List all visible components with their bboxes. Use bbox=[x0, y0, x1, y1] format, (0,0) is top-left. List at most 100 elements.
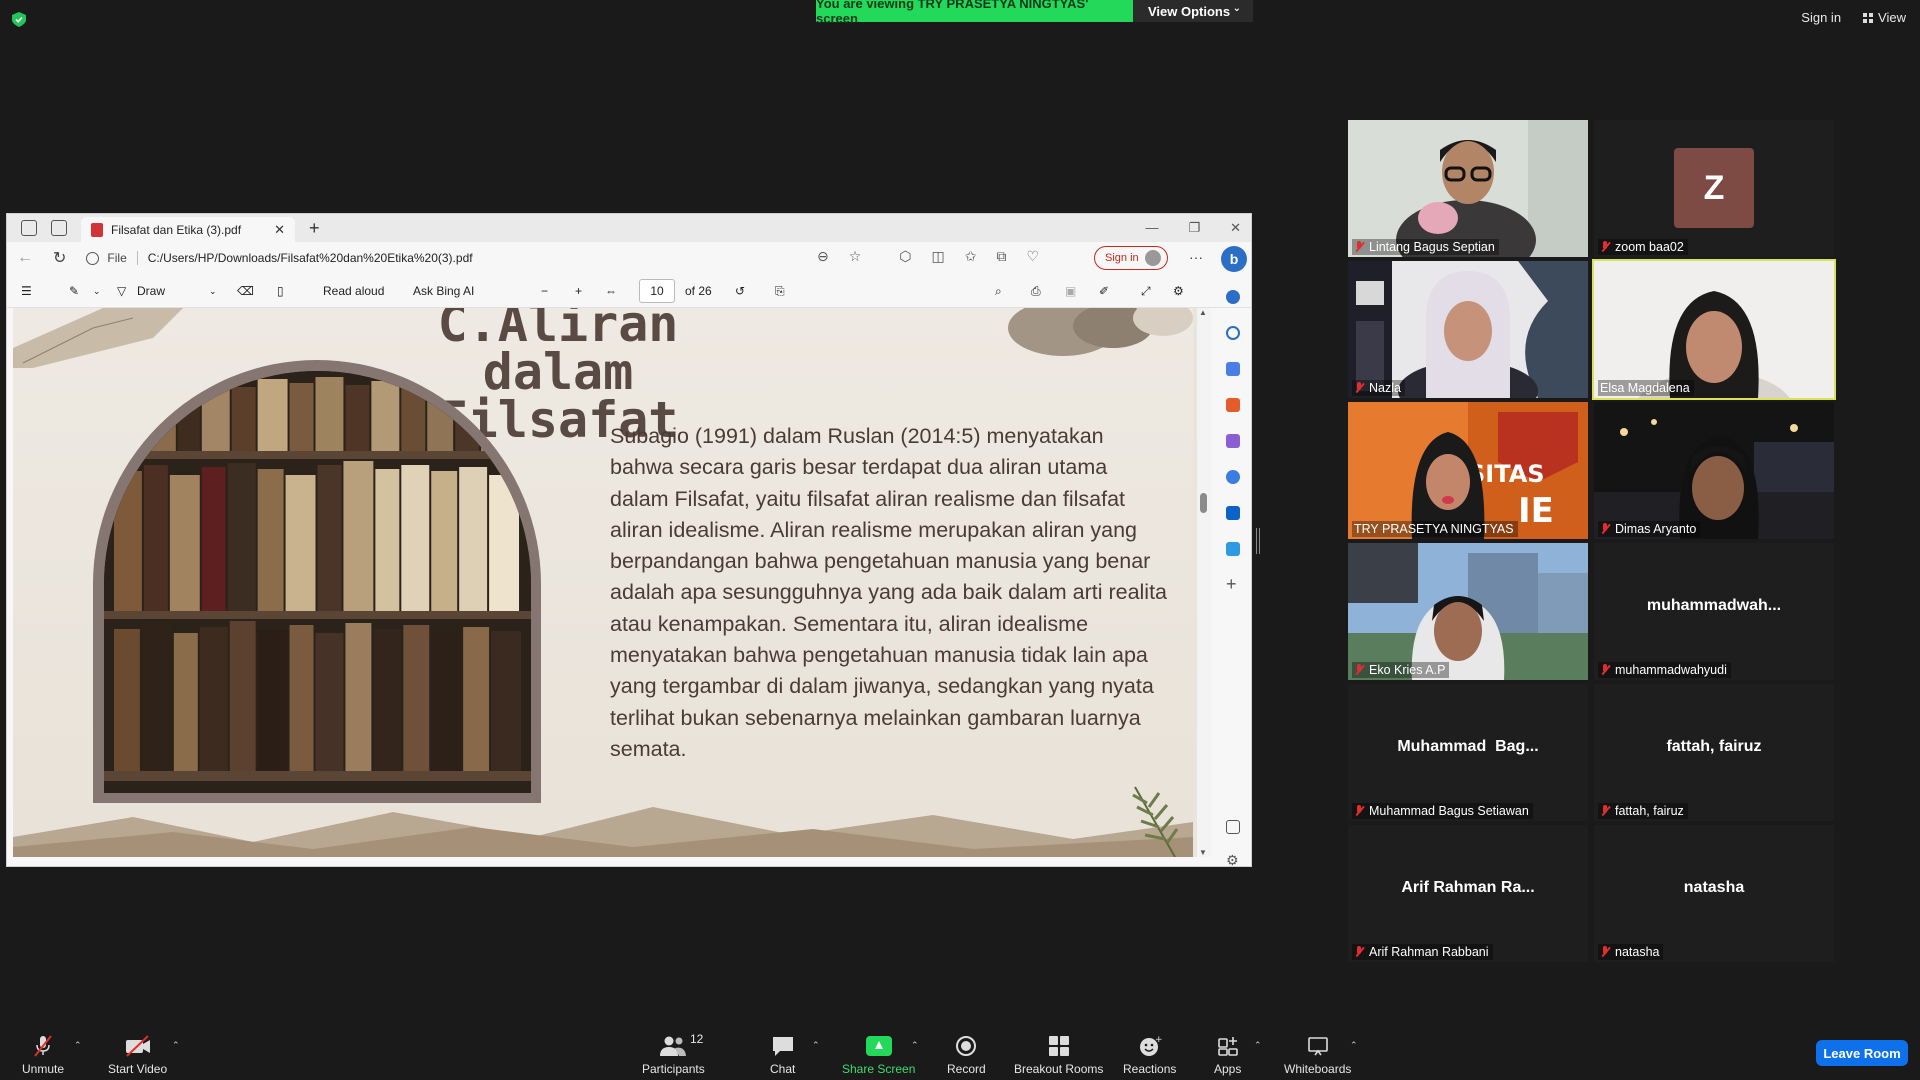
draw-label[interactable]: Draw bbox=[137, 284, 165, 298]
share-options-chevron-icon[interactable]: ⌃ bbox=[911, 1040, 919, 1051]
reactions-label: Reactions bbox=[1123, 1062, 1177, 1076]
video-tile[interactable]: Nazla bbox=[1348, 261, 1588, 398]
add-sidebar-icon[interactable]: + bbox=[1226, 574, 1237, 595]
refresh-icon[interactable]: ↻ bbox=[53, 248, 66, 268]
video-tile-active-speaker[interactable]: Elsa Magdalena bbox=[1592, 259, 1836, 400]
highlight-dropdown-icon[interactable]: ⌄ bbox=[93, 286, 101, 297]
tools-icon[interactable] bbox=[1226, 398, 1240, 412]
restore-icon[interactable]: ❐ bbox=[1188, 220, 1200, 236]
page-view-icon[interactable]: ▯ bbox=[277, 284, 284, 298]
highlight-icon[interactable]: ✎ bbox=[69, 284, 79, 298]
shopping-icon[interactable] bbox=[1226, 362, 1240, 376]
close-tab-icon[interactable]: ✕ bbox=[274, 222, 285, 238]
send-icon[interactable] bbox=[1226, 542, 1240, 556]
split-resize-handle[interactable] bbox=[1256, 528, 1260, 554]
whiteboards-options-chevron-icon[interactable]: ⌃ bbox=[1350, 1040, 1358, 1051]
record-icon bbox=[955, 1034, 977, 1058]
record-button[interactable]: Record bbox=[947, 1034, 986, 1076]
apps-options-chevron-icon[interactable]: ⌃ bbox=[1254, 1040, 1262, 1051]
pdf-search-icon[interactable]: ⌕ bbox=[995, 284, 1002, 299]
extensions-icon[interactable]: ⬡ bbox=[899, 248, 911, 265]
back-icon[interactable]: ← bbox=[17, 249, 33, 267]
start-video-button[interactable]: Start Video bbox=[108, 1034, 167, 1076]
scroll-down-icon[interactable]: ▼ bbox=[1199, 848, 1207, 857]
info-icon[interactable] bbox=[86, 251, 100, 265]
scroll-thumb[interactable] bbox=[1200, 493, 1207, 513]
apps-button[interactable]: Apps bbox=[1214, 1034, 1241, 1076]
video-tile[interactable]: Dimas Aryanto bbox=[1594, 402, 1834, 539]
sign-in-link[interactable]: Sign in bbox=[1801, 10, 1841, 25]
minimize-icon[interactable]: — bbox=[1145, 220, 1158, 236]
pdf-settings-icon[interactable]: ⚙ bbox=[1173, 284, 1184, 298]
leave-room-button[interactable]: Leave Room bbox=[1816, 1040, 1908, 1066]
video-tile[interactable]: Muhammad Bag... Muhammad Bagus Setiawan bbox=[1348, 684, 1588, 821]
collections-icon[interactable]: ⧉ bbox=[997, 248, 1007, 265]
split-screen-icon[interactable]: ◫ bbox=[932, 248, 945, 265]
pdf-viewport[interactable]: C.Aliran dalam Filsafat Subagio (1991) d… bbox=[13, 308, 1197, 857]
two-page-icon[interactable]: ⎘ bbox=[775, 284, 785, 299]
workspaces-icon[interactable] bbox=[21, 220, 37, 236]
whiteboards-button[interactable]: Whiteboards bbox=[1284, 1034, 1351, 1076]
notifications-icon[interactable] bbox=[1226, 290, 1240, 304]
more-options-icon[interactable]: ··· bbox=[1189, 249, 1203, 265]
favorite-star-icon[interactable]: ☆ bbox=[849, 248, 862, 265]
video-tile[interactable]: natasha natasha bbox=[1594, 825, 1834, 962]
video-options-chevron-icon[interactable]: ⌃ bbox=[172, 1040, 180, 1051]
read-aloud-button[interactable]: Read aloud bbox=[323, 284, 384, 298]
tab-actions-icon[interactable] bbox=[51, 220, 67, 236]
sidebar-toggle-icon[interactable] bbox=[1226, 820, 1240, 834]
close-window-icon[interactable]: ✕ bbox=[1230, 220, 1241, 236]
bing-copilot-icon[interactable]: b bbox=[1221, 246, 1247, 272]
video-tile[interactable]: Z zoom baa02 bbox=[1594, 120, 1834, 257]
video-tile[interactable]: SITAS IE TRY PRASETYA NINGTYAS bbox=[1348, 402, 1588, 539]
video-tile[interactable]: Arif Rahman Ra... Arif Rahman Rabbani bbox=[1348, 825, 1588, 962]
pdf-scrollbar[interactable]: ▲ ▼ bbox=[1197, 308, 1211, 857]
view-options-button[interactable]: View Options ⌄ bbox=[1133, 0, 1253, 22]
url-text: C:/Users/HP/Downloads/Filsafat%20dan%20E… bbox=[147, 251, 473, 265]
url-field[interactable]: File C:/Users/HP/Downloads/Filsafat%20da… bbox=[86, 251, 816, 265]
draw-icon[interactable]: ▽ bbox=[117, 284, 126, 298]
video-tile[interactable]: fattah, fairuz fattah, fairuz bbox=[1594, 684, 1834, 821]
zoom-plus-icon[interactable]: + bbox=[575, 284, 582, 298]
new-tab-icon[interactable]: + bbox=[309, 218, 320, 239]
erase-icon[interactable]: ⌫ bbox=[237, 284, 254, 298]
contents-icon[interactable]: ☰ bbox=[21, 284, 32, 298]
copilot-app-icon[interactable] bbox=[1226, 470, 1240, 484]
audio-options-chevron-icon[interactable]: ⌃ bbox=[74, 1040, 82, 1051]
fit-width-icon[interactable]: ⇔ bbox=[605, 284, 617, 298]
draw-dropdown-icon[interactable]: ⌄ bbox=[209, 286, 217, 297]
browser-essentials-icon[interactable]: ♡ bbox=[1027, 248, 1040, 265]
rotate-icon[interactable]: ↺ bbox=[735, 284, 745, 298]
ask-bing-button[interactable]: Ask Bing AI bbox=[413, 284, 474, 298]
reactions-icon: + bbox=[1138, 1034, 1162, 1058]
view-button[interactable]: View bbox=[1863, 10, 1906, 25]
video-tile[interactable]: Lintang Bagus Septian bbox=[1348, 120, 1588, 257]
participant-name-tag: fattah, fairuz bbox=[1598, 803, 1688, 819]
save-as-icon[interactable]: ✐ bbox=[1099, 284, 1109, 298]
video-tile[interactable]: muhammadwah... muhammadwahyudi bbox=[1594, 543, 1834, 680]
page-number-input[interactable]: 10 bbox=[639, 279, 675, 303]
fullscreen-icon[interactable]: ⤢ bbox=[1141, 284, 1151, 299]
chat-options-chevron-icon[interactable]: ⌃ bbox=[812, 1040, 820, 1051]
outlook-icon[interactable] bbox=[1226, 506, 1240, 520]
zoom-out-icon[interactable]: ⊖ bbox=[817, 248, 829, 265]
chat-button[interactable]: Chat bbox=[770, 1034, 795, 1076]
view-label: View bbox=[1878, 10, 1906, 25]
whiteboards-label: Whiteboards bbox=[1284, 1062, 1352, 1076]
participant-name-tag: zoom baa02 bbox=[1598, 239, 1688, 255]
browser-tab-pdf[interactable]: Filsafat dan Etika (3).pdf ✕ bbox=[81, 217, 295, 243]
save-icon[interactable]: ▣ bbox=[1065, 284, 1076, 298]
scroll-up-icon[interactable]: ▲ bbox=[1199, 308, 1207, 317]
unmute-button[interactable]: Unmute bbox=[22, 1034, 64, 1076]
video-tile[interactable]: Eko Kries A.P bbox=[1348, 543, 1588, 680]
print-icon[interactable]: ⎙ bbox=[1031, 284, 1041, 299]
favorites-icon[interactable]: ✩ bbox=[965, 248, 977, 265]
sidebar-settings-icon[interactable]: ⚙ bbox=[1226, 852, 1239, 869]
zoom-minus-icon[interactable]: − bbox=[541, 284, 548, 298]
breakout-rooms-button[interactable]: Breakout Rooms bbox=[1014, 1034, 1103, 1076]
games-icon[interactable] bbox=[1226, 434, 1240, 448]
edge-sign-in-button[interactable]: Sign in bbox=[1094, 246, 1168, 270]
sidebar-search-icon[interactable] bbox=[1226, 326, 1240, 340]
share-screen-button[interactable]: Share Screen bbox=[842, 1034, 915, 1076]
reactions-button[interactable]: + Reactions bbox=[1123, 1034, 1176, 1076]
